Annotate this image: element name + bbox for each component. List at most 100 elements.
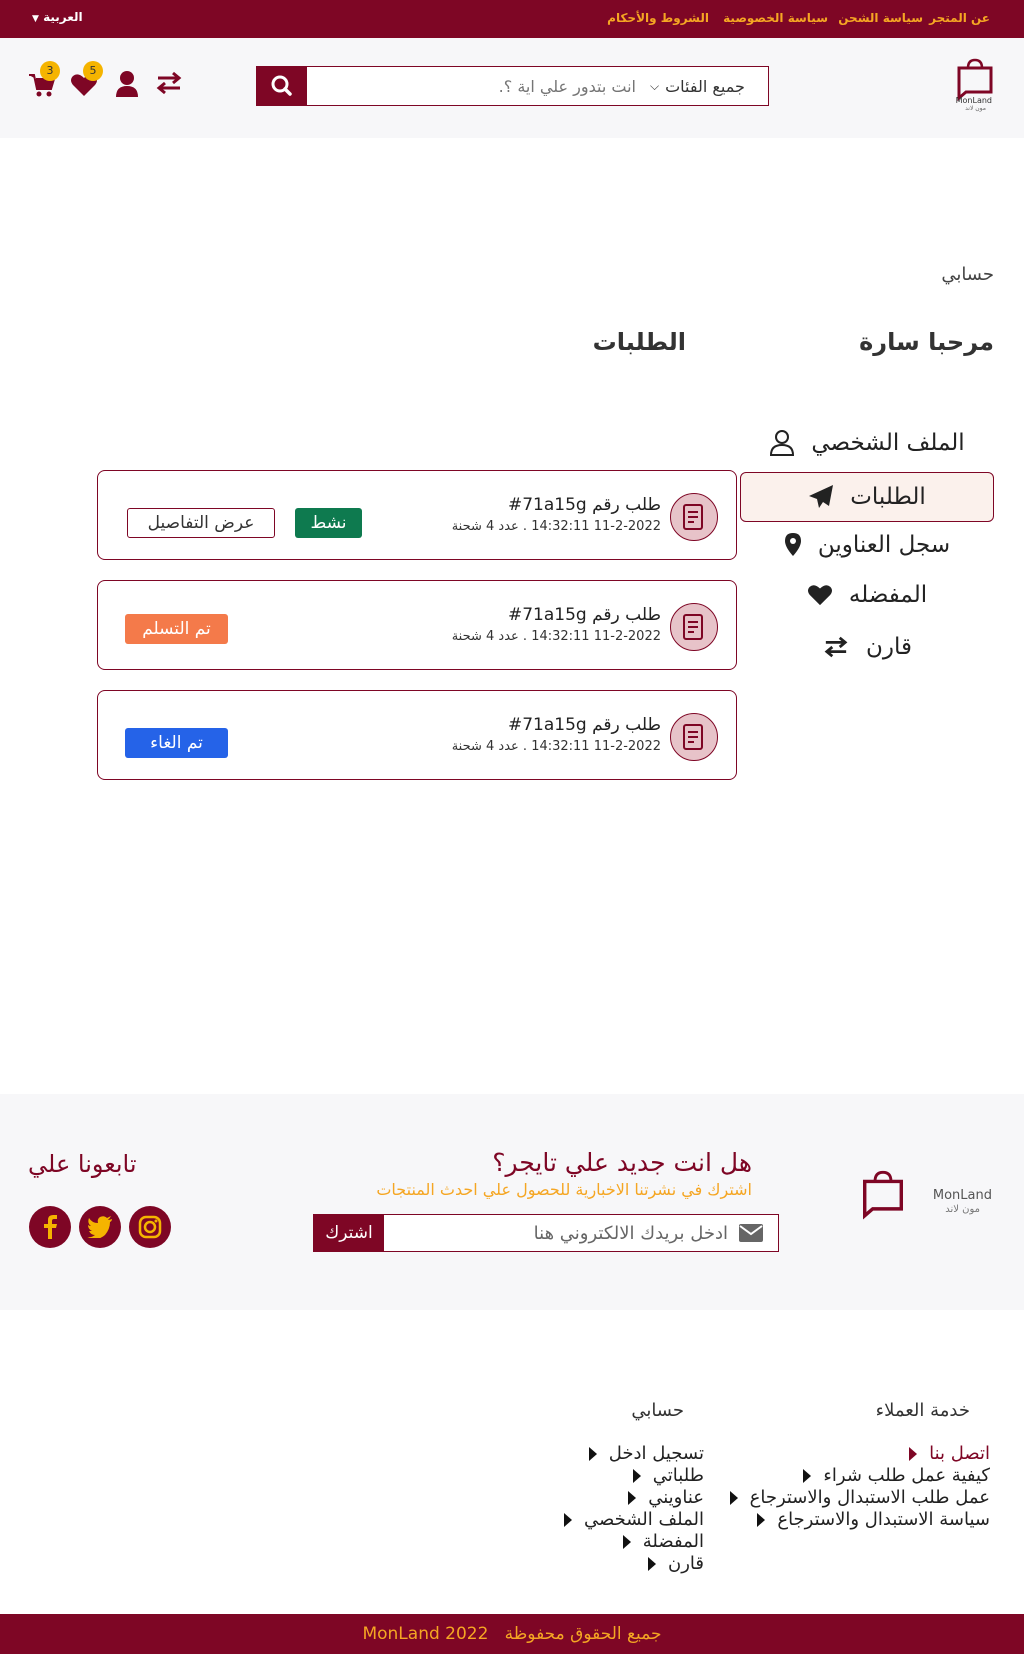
order-number: طلب رقم 71a15g#: [507, 605, 661, 625]
account-button[interactable]: [114, 70, 140, 98]
instagram-button[interactable]: [129, 1206, 171, 1248]
caret-right-icon: [729, 1490, 738, 1505]
caret-right-icon: [628, 1490, 637, 1505]
logo-subtext: مون لاند: [965, 105, 986, 112]
newsletter-title: هل انت جديد علي تايجر؟: [492, 1148, 752, 1177]
footer-logo-text: MonLand: [932, 1188, 992, 1203]
footer-link-my-addresses[interactable]: عناويني: [628, 1487, 704, 1508]
menu-item-profile-label: الملف الشخصي: [811, 430, 965, 456]
order-icon: [670, 493, 718, 541]
footer-link-label: قارن: [668, 1553, 704, 1574]
menu-item-wishlist-label: المفضله: [848, 582, 928, 608]
menu-item-compare[interactable]: قارن: [740, 622, 994, 672]
logo-text: MonLand: [955, 96, 992, 105]
logo-bag-icon: [863, 1170, 903, 1220]
facebook-button[interactable]: [29, 1206, 71, 1248]
footer-link-label: طلباتي: [652, 1465, 704, 1486]
footer-link-how-to-order[interactable]: كيفية عمل طلب شراء: [803, 1465, 990, 1486]
breadcrumb[interactable]: حسابي: [941, 264, 994, 285]
caret-right-icon: [588, 1446, 597, 1461]
menu-item-profile[interactable]: الملف الشخصي: [740, 418, 994, 468]
footer-link-label: الملف الشخصي: [584, 1509, 704, 1530]
envelope-icon: [739, 1224, 763, 1242]
language-selector[interactable]: العربية ▼: [32, 10, 83, 24]
exchange-icon: [824, 636, 848, 658]
welcome-greeting: مرحبا: [928, 328, 994, 356]
view-details-button[interactable]: عرض التفاصيل: [127, 508, 275, 538]
privacy-policy-link[interactable]: سياسة الخصوصية: [723, 11, 828, 25]
user-outline-icon: [770, 430, 795, 456]
customer-service-title: خدمة العملاء: [875, 1400, 970, 1421]
search-button[interactable]: [257, 67, 306, 105]
caret-right-icon: [632, 1468, 641, 1483]
search-input[interactable]: [306, 67, 650, 105]
subscribe-button[interactable]: اشترك: [314, 1215, 384, 1251]
newsletter-form: اشترك ادخل بريدك الالكتروني هنا: [313, 1214, 779, 1252]
status-badge: نشط: [295, 508, 362, 538]
follow-us-title: تابعونا علي: [28, 1150, 137, 1178]
menu-item-orders[interactable]: الطلبات: [740, 472, 994, 522]
footer-link-label: سياسة الاستبدال والاسترجاع: [777, 1509, 990, 1530]
about-store-link[interactable]: عن المتجر: [929, 11, 990, 25]
order-icon: [670, 713, 718, 761]
order-card: طلب رقم 71a15g# 11-2-2022 14:32:11 . عدد…: [97, 580, 737, 670]
caret-right-icon: [648, 1556, 656, 1571]
receipt-icon: [683, 504, 703, 530]
exchange-icon: [156, 71, 182, 95]
footer-logo-subtext: مون لاند: [945, 1204, 980, 1215]
order-icon: [670, 603, 718, 651]
search-bar: جميع الفئات ⌵: [256, 66, 769, 106]
footer-link-label: كيفية عمل طلب شراء: [823, 1465, 990, 1486]
footer-link-profile[interactable]: الملف الشخصي: [564, 1509, 704, 1530]
footer-link-label: المفضلة: [642, 1531, 704, 1552]
footer-link-return-policy[interactable]: سياسة الاستبدال والاسترجاع: [757, 1509, 990, 1530]
instagram-icon: [138, 1215, 162, 1239]
order-card: طلب رقم 71a15g# 11-2-2022 14:32:11 . عدد…: [97, 690, 737, 780]
footer-link-return-request[interactable]: عمل طلب الاستبدال والاسترجاع: [729, 1487, 990, 1508]
user-icon: [116, 71, 138, 97]
twitter-icon: [87, 1216, 112, 1238]
shipping-policy-link[interactable]: سياسة الشحن: [838, 11, 923, 25]
menu-item-compare-label: قارن: [866, 634, 912, 660]
language-label: العربية: [43, 10, 83, 24]
menu-item-wishlist[interactable]: المفضله: [740, 570, 994, 620]
order-card: طلب رقم 71a15g# 11-2-2022 14:32:11 . عدد…: [97, 470, 737, 560]
menu-item-addresses[interactable]: سجل العناوين: [740, 520, 994, 570]
footer-link-my-orders[interactable]: طلباتي: [632, 1465, 704, 1486]
page-title: الطلبات: [592, 328, 686, 356]
footer-logo[interactable]: [852, 1170, 914, 1234]
order-meta: 11-2-2022 14:32:11 . عدد 4 شحنة: [451, 519, 661, 534]
footer-link-compare[interactable]: قارن: [648, 1553, 704, 1574]
footer-link-label: عمل طلب الاستبدال والاسترجاع: [749, 1487, 990, 1508]
order-meta: 11-2-2022 14:32:11 . عدد 4 شحنة: [451, 629, 661, 644]
email-field[interactable]: ادخل بريدك الالكتروني هنا: [384, 1215, 778, 1251]
status-badge: تم التسلم: [125, 614, 228, 644]
compare-button[interactable]: [154, 70, 184, 96]
map-marker-icon: [784, 533, 801, 556]
category-select-label: جميع الفئات: [665, 76, 745, 96]
footer-link-contact[interactable]: اتصل بنا: [909, 1443, 990, 1464]
paper-plane-icon: [809, 485, 834, 508]
footer-link-favorites[interactable]: المفضلة: [622, 1531, 704, 1552]
welcome-heading: مرحبا سارة: [859, 328, 994, 356]
footer-link-login[interactable]: تسجيل ادخل: [588, 1443, 704, 1464]
cart-count-badge: 3: [40, 61, 60, 81]
my-account-title: حسابي: [631, 1400, 684, 1421]
caret-down-icon: ▼: [32, 14, 39, 24]
caret-right-icon: [909, 1446, 918, 1461]
footer-link-label: اتصل بنا: [929, 1443, 990, 1464]
order-number: طلب رقم 71a15g#: [507, 495, 661, 515]
copyright-text: جميع الحقوق محفوظة MonLand 2022: [362, 1624, 662, 1644]
twitter-button[interactable]: [79, 1206, 121, 1248]
caret-right-icon: [622, 1534, 631, 1549]
caret-right-icon: [564, 1512, 573, 1527]
facebook-icon: [44, 1215, 57, 1239]
order-number: طلب رقم 71a15g#: [507, 715, 661, 735]
menu-item-addresses-label: سجل العناوين: [817, 532, 951, 558]
menu-item-orders-label: الطلبات: [850, 484, 926, 510]
terms-link[interactable]: الشروط والأحكام: [607, 11, 709, 25]
footer-link-label: تسجيل ادخل: [608, 1443, 704, 1464]
wishlist-count-badge: 5: [83, 61, 103, 81]
category-select[interactable]: جميع الفئات ⌵: [650, 67, 768, 105]
newsletter-subtitle: اشترك في نشرتنا الاخبارية للحصول علي احد…: [376, 1180, 752, 1199]
